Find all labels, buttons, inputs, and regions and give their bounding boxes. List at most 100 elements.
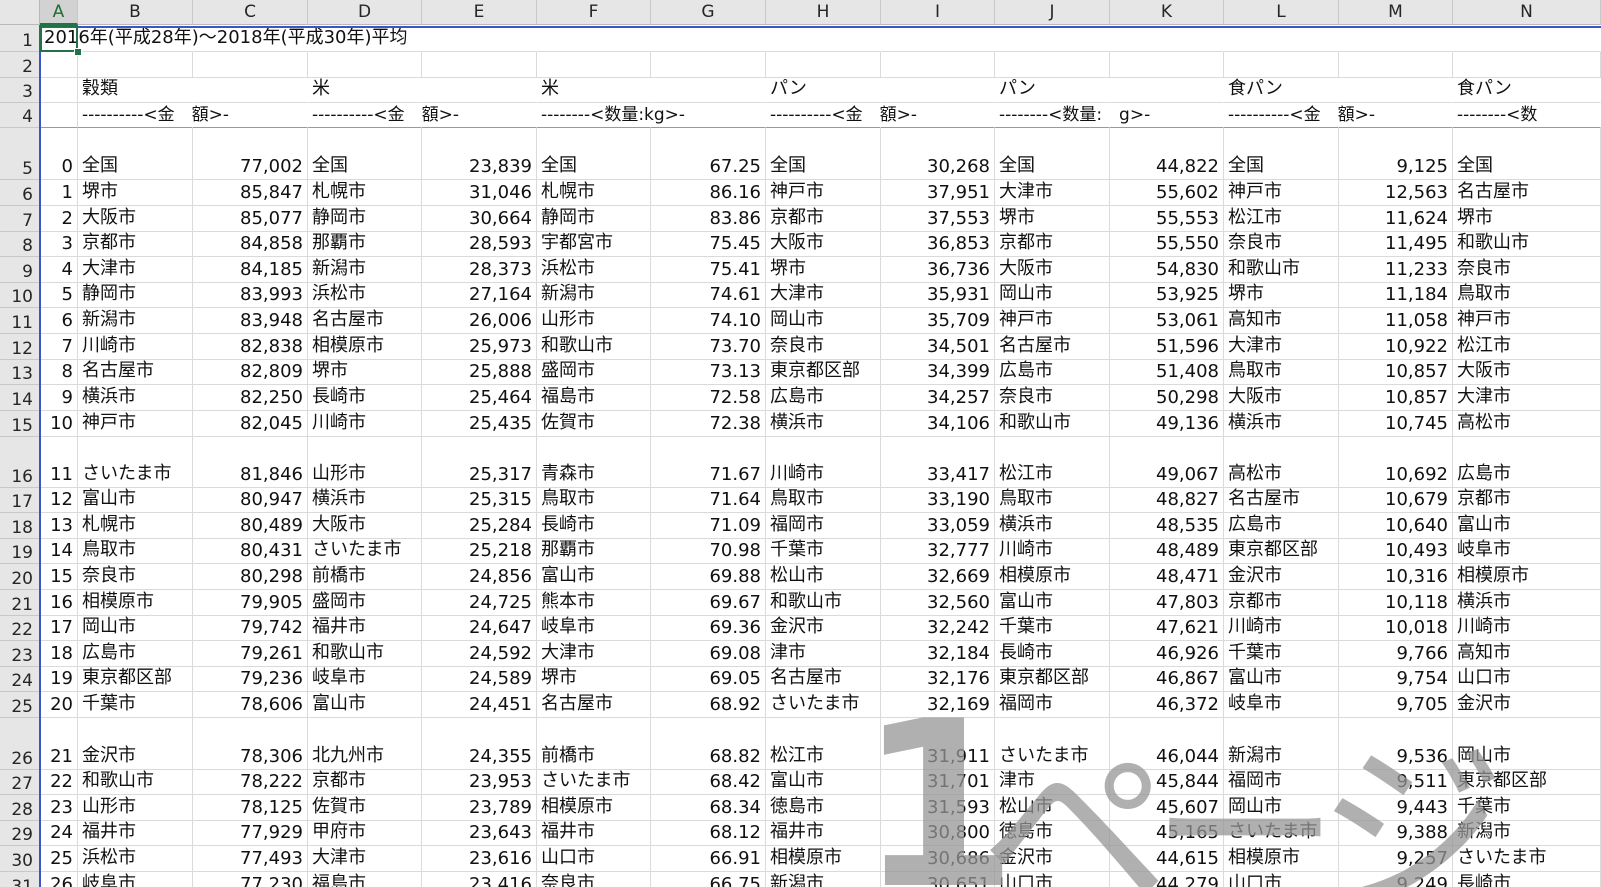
value-cell[interactable]: 78,125: [193, 795, 308, 821]
value-cell[interactable]: 48,489: [1110, 539, 1224, 564]
value-cell[interactable]: 46,044: [1110, 718, 1224, 770]
city-cell[interactable]: 和歌山市: [995, 411, 1110, 437]
value-cell[interactable]: 78,222: [193, 770, 308, 795]
value-cell[interactable]: 67.25: [651, 128, 766, 180]
value-cell[interactable]: 34,399: [881, 360, 995, 385]
value-cell[interactable]: 28,593: [422, 232, 537, 257]
rank-cell[interactable]: 11: [40, 437, 78, 488]
column-header-f[interactable]: F: [537, 0, 651, 25]
value-cell[interactable]: 31,593: [881, 795, 995, 821]
rank-cell[interactable]: 3: [40, 232, 78, 257]
city-cell[interactable]: 山口市: [1224, 872, 1339, 887]
value-cell[interactable]: 24,451: [422, 692, 537, 718]
value-cell[interactable]: 32,169: [881, 692, 995, 718]
value-cell[interactable]: 46,867: [1110, 667, 1224, 692]
city-cell[interactable]: 金沢市: [1453, 692, 1601, 718]
value-cell[interactable]: 74.10: [651, 308, 766, 334]
value-cell[interactable]: 24,725: [422, 590, 537, 616]
cell[interactable]: [651, 52, 766, 78]
rank-cell[interactable]: 10: [40, 411, 78, 437]
value-cell[interactable]: 80,947: [193, 488, 308, 513]
value-cell[interactable]: 80,431: [193, 539, 308, 564]
city-cell[interactable]: 前橋市: [537, 718, 651, 770]
value-cell[interactable]: 24,856: [422, 564, 537, 590]
value-cell[interactable]: 68.42: [651, 770, 766, 795]
rank-cell[interactable]: 19: [40, 667, 78, 692]
cell[interactable]: [537, 25, 651, 52]
value-cell[interactable]: 10,857: [1339, 385, 1453, 411]
rank-cell[interactable]: 17: [40, 616, 78, 641]
rank-cell[interactable]: 20: [40, 692, 78, 718]
value-cell[interactable]: 30,664: [422, 206, 537, 232]
city-cell[interactable]: 全国: [995, 128, 1110, 180]
value-cell[interactable]: 83,993: [193, 283, 308, 308]
row-header[interactable]: 31: [0, 872, 40, 887]
city-cell[interactable]: 新潟市: [1224, 718, 1339, 770]
value-cell[interactable]: 48,535: [1110, 513, 1224, 539]
value-cell[interactable]: 80,489: [193, 513, 308, 539]
value-cell[interactable]: 25,973: [422, 334, 537, 360]
cell[interactable]: [422, 25, 537, 52]
row-header[interactable]: 1: [0, 25, 40, 52]
value-cell[interactable]: 11,058: [1339, 308, 1453, 334]
city-cell[interactable]: 全国: [308, 128, 422, 180]
row-header[interactable]: 21: [0, 590, 40, 616]
value-cell[interactable]: 11,495: [1339, 232, 1453, 257]
value-cell[interactable]: 35,709: [881, 308, 995, 334]
city-cell[interactable]: 川崎市: [308, 411, 422, 437]
cell[interactable]: [1339, 25, 1453, 52]
value-cell[interactable]: 66.91: [651, 846, 766, 872]
city-cell[interactable]: 山口市: [995, 872, 1110, 887]
row-header[interactable]: 23: [0, 641, 40, 667]
city-cell[interactable]: 高松市: [1224, 437, 1339, 488]
rank-cell[interactable]: 25: [40, 846, 78, 872]
value-cell[interactable]: 73.13: [651, 360, 766, 385]
value-cell[interactable]: 84,858: [193, 232, 308, 257]
value-cell[interactable]: 33,417: [881, 437, 995, 488]
column-header-g[interactable]: G: [651, 0, 766, 25]
row-header[interactable]: 4: [0, 103, 40, 128]
value-cell[interactable]: 77,230: [193, 872, 308, 887]
value-cell[interactable]: 83.86: [651, 206, 766, 232]
value-cell[interactable]: 32,777: [881, 539, 995, 564]
value-cell[interactable]: 68.12: [651, 821, 766, 846]
row-header[interactable]: 12: [0, 334, 40, 360]
rank-cell[interactable]: 24: [40, 821, 78, 846]
city-cell[interactable]: 山形市: [308, 437, 422, 488]
header-unit-cell[interactable]: [1339, 103, 1453, 128]
row-header[interactable]: 11: [0, 308, 40, 334]
rank-cell[interactable]: 15: [40, 564, 78, 590]
value-cell[interactable]: 84,185: [193, 257, 308, 283]
value-cell[interactable]: 82,809: [193, 360, 308, 385]
header-unit-cell[interactable]: [651, 103, 766, 128]
value-cell[interactable]: 71.67: [651, 437, 766, 488]
value-cell[interactable]: 30,268: [881, 128, 995, 180]
value-cell[interactable]: 9,754: [1339, 667, 1453, 692]
value-cell[interactable]: 9,257: [1339, 846, 1453, 872]
value-cell[interactable]: 10,118: [1339, 590, 1453, 616]
value-cell[interactable]: 69.36: [651, 616, 766, 641]
rank-cell[interactable]: 4: [40, 257, 78, 283]
rank-cell[interactable]: 16: [40, 590, 78, 616]
column-header-e[interactable]: E: [422, 0, 537, 25]
value-cell[interactable]: 36,736: [881, 257, 995, 283]
value-cell[interactable]: 25,218: [422, 539, 537, 564]
value-cell[interactable]: 24,355: [422, 718, 537, 770]
rank-cell[interactable]: 1: [40, 180, 78, 206]
cell[interactable]: [1224, 25, 1339, 52]
value-cell[interactable]: 54,830: [1110, 257, 1224, 283]
value-cell[interactable]: 85,847: [193, 180, 308, 206]
row-header[interactable]: 5: [0, 128, 40, 180]
value-cell[interactable]: 10,493: [1339, 539, 1453, 564]
value-cell[interactable]: 53,925: [1110, 283, 1224, 308]
value-cell[interactable]: 69.08: [651, 641, 766, 667]
header-unit-cell[interactable]: ----------<金 額>-: [766, 103, 917, 128]
city-cell[interactable]: 新潟市: [766, 872, 881, 887]
cell[interactable]: [193, 52, 308, 78]
column-header-m[interactable]: M: [1339, 0, 1453, 25]
value-cell[interactable]: 26,006: [422, 308, 537, 334]
row-header[interactable]: 14: [0, 385, 40, 411]
column-header-l[interactable]: L: [1224, 0, 1339, 25]
row-header[interactable]: 19: [0, 539, 40, 564]
value-cell[interactable]: 25,315: [422, 488, 537, 513]
